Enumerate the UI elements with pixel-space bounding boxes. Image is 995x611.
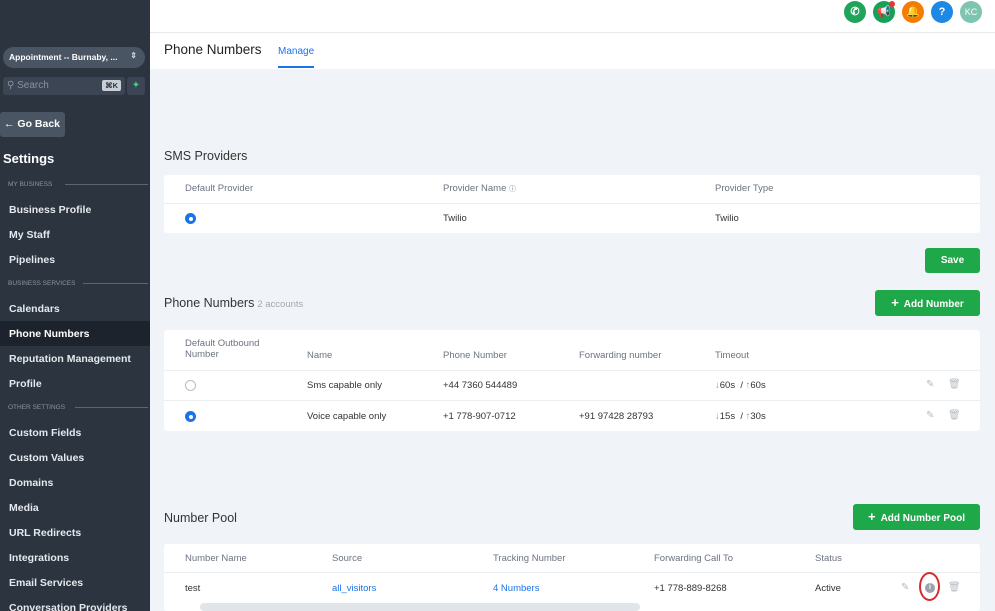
col-phone-number: Phone Number: [443, 350, 507, 361]
sidebar-item-custom-values[interactable]: Custom Values: [0, 445, 150, 470]
number-phone: +1 778-907-0712: [443, 411, 516, 422]
bell-icon[interactable]: 🔔: [902, 1, 924, 23]
help-icon[interactable]: ?: [931, 1, 953, 23]
sidebar-item-pipelines[interactable]: Pipelines: [0, 247, 150, 272]
search-placeholder: Search: [17, 80, 49, 91]
sidebar-search[interactable]: ⚲ Search ⌘K: [3, 77, 125, 95]
sidebar-item-email-services[interactable]: Email Services: [0, 570, 150, 595]
edit-icon[interactable]: ✎: [926, 410, 934, 421]
save-button[interactable]: Save: [925, 248, 980, 273]
number-name: Sms capable only: [307, 380, 382, 391]
location-name: Appointment -- Burnaby, ...: [9, 52, 118, 62]
sidebar-item-integrations[interactable]: Integrations: [0, 545, 150, 570]
default-provider-radio[interactable]: [185, 213, 196, 224]
accounts-count: 2 accounts: [257, 299, 304, 310]
pool-source-link[interactable]: all_visitors: [332, 583, 376, 594]
updown-caret-icon: ⇕: [130, 51, 137, 60]
section-business-services: BUSINESS SERVICES: [8, 280, 148, 287]
phone-icon[interactable]: ✆: [844, 1, 866, 23]
number-phone: +44 7360 544489: [443, 380, 518, 391]
number-forwarding: +91 97428 28793: [579, 411, 654, 422]
sidebar: Appointment -- Burnaby, ... ⇕ ⚲ Search ⌘…: [0, 0, 150, 611]
section-other-settings: OTHER SETTINGS: [8, 404, 148, 411]
sms-providers-title: SMS Providers: [164, 149, 248, 163]
top-bar: ✆ 📢 🔔 ? KC: [150, 0, 995, 33]
number-timeout: ↓60s / ↑60s: [715, 380, 766, 391]
number-timeout: ↓15s / ↑30s: [715, 411, 766, 422]
ai-sparkle-icon[interactable]: ✦: [127, 77, 145, 95]
add-number-pool-button[interactable]: + Add Number Pool: [853, 504, 980, 530]
provider-type: Twilio: [715, 213, 739, 224]
col-source: Source: [332, 553, 363, 564]
plus-icon: +: [891, 295, 899, 310]
sidebar-item-reputation[interactable]: Reputation Management: [0, 346, 150, 371]
settings-title: Settings: [3, 151, 55, 166]
tab-manage[interactable]: Manage: [278, 46, 315, 68]
pool-forwarding: +1 778-889-8268: [654, 583, 727, 594]
plus-icon: +: [867, 509, 876, 524]
col-default-provider: Default Provider: [185, 183, 254, 194]
page-title: Phone Numbers: [164, 42, 262, 57]
sidebar-item-calendars[interactable]: Calendars: [0, 296, 150, 321]
sidebar-item-profile[interactable]: Profile: [0, 371, 150, 396]
sidebar-item-business-profile[interactable]: Business Profile: [0, 197, 150, 222]
pool-tracking-link[interactable]: 4 Numbers: [493, 583, 539, 594]
sidebar-item-my-staff[interactable]: My Staff: [0, 222, 150, 247]
sidebar-item-conversation-providers[interactable]: Conversation Providers: [0, 595, 150, 611]
horizontal-scrollbar[interactable]: [200, 603, 640, 611]
info-icon: ⓘ: [509, 186, 516, 193]
trash-icon[interactable]: 🗑: [948, 582, 961, 593]
sidebar-item-custom-fields[interactable]: Custom Fields: [0, 420, 150, 445]
col-tracking-number: Tracking Number: [493, 553, 566, 564]
provider-name: Twilio: [443, 213, 467, 224]
number-pool-title: Number Pool: [164, 511, 237, 525]
sidebar-item-url-redirects[interactable]: URL Redirects: [0, 520, 150, 545]
col-name: Name: [307, 350, 333, 361]
pool-status: Active: [815, 583, 841, 594]
phone-numbers-table: Default Outbound Number Name Phone Numbe…: [164, 330, 980, 431]
section-my-business: MY BUSINESS: [8, 181, 148, 188]
col-timeout: Timeout: [715, 350, 749, 361]
sidebar-item-domains[interactable]: Domains: [0, 470, 150, 495]
avatar[interactable]: KC: [960, 1, 982, 23]
col-provider-name: Provider Name ⓘ: [443, 183, 516, 194]
number-name: Voice capable only: [307, 411, 387, 422]
phone-numbers-title: Phone Numbers 2 accounts: [164, 296, 304, 310]
pool-name: test: [185, 583, 201, 594]
go-back-button[interactable]: ← Go Back: [0, 112, 65, 137]
edit-icon[interactable]: ✎: [926, 379, 934, 390]
trash-icon[interactable]: 🗑: [948, 410, 961, 421]
sms-providers-table: Default Provider Provider Name ⓘ Provide…: [164, 175, 980, 233]
trash-icon[interactable]: 🗑: [948, 379, 961, 390]
page-header: Phone Numbers Manage: [150, 33, 995, 69]
search-shortcut: ⌘K: [102, 80, 121, 91]
edit-icon[interactable]: ✎: [901, 582, 909, 593]
col-number-name: Number Name: [185, 553, 247, 564]
sidebar-item-phone-numbers[interactable]: Phone Numbers: [0, 321, 150, 346]
search-icon: ⚲: [7, 80, 15, 91]
col-status: Status: [815, 553, 842, 564]
col-provider-type: Provider Type: [715, 183, 774, 194]
number-pool-table: Number Name Source Tracking Number Forwa…: [164, 544, 980, 611]
default-outbound-radio[interactable]: [185, 411, 196, 422]
add-number-button[interactable]: + Add Number: [875, 290, 980, 316]
info-icon[interactable]: i: [925, 583, 935, 593]
sidebar-item-media[interactable]: Media: [0, 495, 150, 520]
col-default-outbound: Default Outbound Number: [185, 338, 260, 361]
col-forwarding-call-to: Forwarding Call To: [654, 553, 734, 564]
default-outbound-radio[interactable]: [185, 380, 196, 391]
col-forwarding-number: Forwarding number: [579, 350, 662, 361]
announcement-icon[interactable]: 📢: [873, 1, 895, 23]
location-switcher[interactable]: Appointment -- Burnaby, ... ⇕: [3, 47, 145, 68]
